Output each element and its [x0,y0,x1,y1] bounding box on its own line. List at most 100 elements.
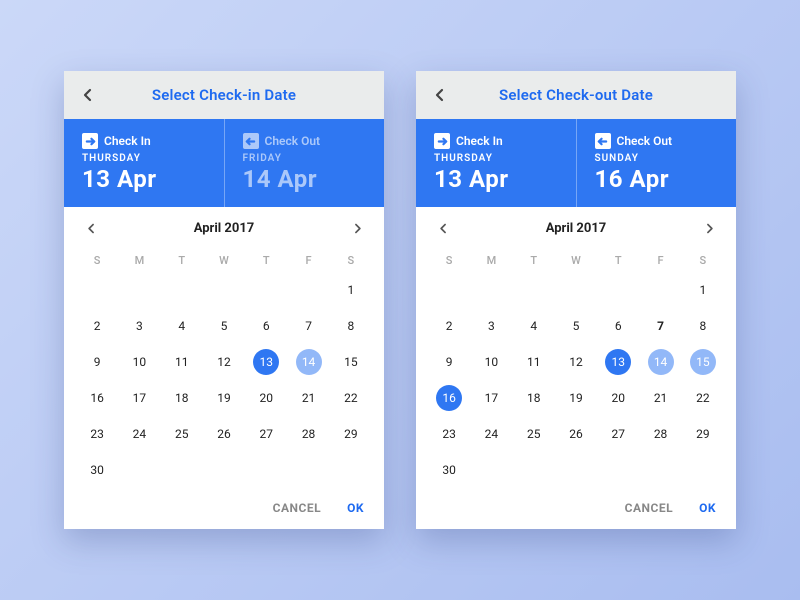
back-icon[interactable] [428,88,452,102]
day-cell[interactable]: 23 [76,417,118,451]
checkout-label: Check Out [617,134,673,148]
calendar-grid: 1234567891011121314151617181920212223242… [416,273,736,491]
day-cell[interactable]: 13 [245,345,287,379]
title-bar: Select Check-out Date [416,71,736,119]
day-cell[interactable]: 4 [513,309,555,343]
day-number: 12 [569,355,583,369]
day-number: 21 [302,391,316,405]
day-cell[interactable]: 30 [428,453,470,487]
date-summary: Check In THURSDAY 13 Apr Check Out SUNDA… [416,119,736,207]
checkout-date: 16 Apr [595,165,721,193]
prev-month-icon[interactable] [82,223,100,234]
day-cell[interactable]: 24 [470,417,512,451]
day-cell[interactable]: 15 [682,345,724,379]
next-month-icon[interactable] [700,223,718,234]
day-cell[interactable]: 23 [428,417,470,451]
day-cell[interactable]: 18 [161,381,203,415]
empty-cell [555,273,597,307]
day-cell[interactable]: 2 [76,309,118,343]
cancel-button[interactable]: CANCEL [273,501,321,515]
day-number: 5 [221,319,228,333]
day-cell[interactable]: 27 [245,417,287,451]
weekday-label: W [203,248,245,273]
checkout-label: Check Out [265,134,321,148]
day-cell[interactable]: 17 [470,381,512,415]
ok-button[interactable]: OK [347,501,364,515]
day-cell[interactable]: 16 [428,381,470,415]
day-cell[interactable]: 8 [330,309,372,343]
day-cell[interactable]: 28 [639,417,681,451]
day-cell[interactable]: 6 [597,309,639,343]
day-cell[interactable]: 22 [682,381,724,415]
day-number: 5 [573,319,580,333]
checkout-arrow-icon [595,133,611,149]
day-cell[interactable]: 20 [245,381,287,415]
weekday-header: SMTWTFS [64,242,384,273]
day-cell[interactable]: 8 [682,309,724,343]
cancel-button[interactable]: CANCEL [625,501,673,515]
day-cell[interactable]: 9 [428,345,470,379]
day-cell[interactable]: 12 [203,345,245,379]
prev-month-icon[interactable] [434,223,452,234]
checkin-summary[interactable]: Check In THURSDAY 13 Apr [416,119,576,207]
day-cell[interactable]: 25 [513,417,555,451]
day-cell[interactable]: 28 [287,417,329,451]
empty-cell [639,273,681,307]
checkout-dayname: FRIDAY [243,153,369,164]
day-cell[interactable]: 1 [330,273,372,307]
day-cell[interactable]: 12 [555,345,597,379]
day-cell[interactable]: 5 [203,309,245,343]
day-cell[interactable]: 16 [76,381,118,415]
day-cell[interactable]: 2 [428,309,470,343]
day-cell[interactable]: 27 [597,417,639,451]
day-cell[interactable]: 4 [161,309,203,343]
day-cell[interactable]: 29 [330,417,372,451]
day-cell[interactable]: 7 [287,309,329,343]
back-icon[interactable] [76,88,100,102]
day-cell[interactable]: 1 [682,273,724,307]
ok-button[interactable]: OK [699,501,716,515]
day-cell[interactable]: 11 [513,345,555,379]
day-cell[interactable]: 21 [639,381,681,415]
day-cell[interactable]: 11 [161,345,203,379]
day-cell[interactable]: 26 [203,417,245,451]
checkout-summary[interactable]: Check Out FRIDAY 14 Apr [224,119,385,207]
day-cell[interactable]: 20 [597,381,639,415]
day-cell[interactable]: 19 [203,381,245,415]
checkin-summary[interactable]: Check In THURSDAY 13 Apr [64,119,224,207]
day-cell[interactable]: 5 [555,309,597,343]
empty-cell [245,273,287,307]
day-cell[interactable]: 18 [513,381,555,415]
day-number: 15 [696,355,710,369]
day-cell[interactable]: 17 [118,381,160,415]
day-cell[interactable]: 13 [597,345,639,379]
next-month-icon[interactable] [348,223,366,234]
day-cell[interactable]: 9 [76,345,118,379]
day-cell[interactable]: 14 [639,345,681,379]
checkout-summary[interactable]: Check Out SUNDAY 16 Apr [576,119,737,207]
day-cell[interactable]: 6 [245,309,287,343]
checkout-arrow-icon [243,133,259,149]
day-number: 11 [175,355,189,369]
day-cell[interactable]: 10 [470,345,512,379]
day-cell[interactable]: 24 [118,417,160,451]
day-number: 4 [178,319,185,333]
checkin-dayname: THURSDAY [434,153,560,164]
checkout-card: Select Check-out Date Check In THURSDAY … [416,71,736,529]
day-cell[interactable]: 30 [76,453,118,487]
day-cell[interactable]: 21 [287,381,329,415]
day-cell[interactable]: 29 [682,417,724,451]
day-cell[interactable]: 3 [470,309,512,343]
day-cell[interactable]: 26 [555,417,597,451]
day-cell[interactable]: 10 [118,345,160,379]
day-cell[interactable]: 25 [161,417,203,451]
day-cell[interactable]: 7 [639,309,681,343]
day-number: 30 [442,463,456,477]
day-cell[interactable]: 3 [118,309,160,343]
empty-cell [597,273,639,307]
day-cell[interactable]: 22 [330,381,372,415]
day-cell[interactable]: 14 [287,345,329,379]
day-number: 7 [305,319,312,333]
day-cell[interactable]: 15 [330,345,372,379]
day-cell[interactable]: 19 [555,381,597,415]
